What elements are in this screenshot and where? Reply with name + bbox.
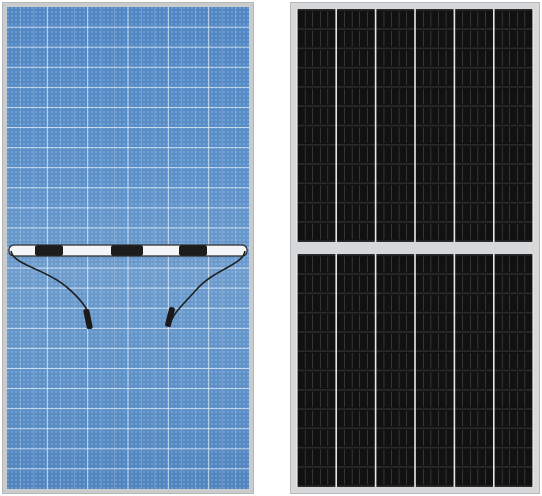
lower-cell-block bbox=[296, 254, 534, 487]
mono-solar-panel-front bbox=[290, 2, 540, 494]
rear-panel-drawing bbox=[7, 7, 249, 489]
left-cable bbox=[10, 250, 92, 330]
left-connector bbox=[83, 308, 93, 330]
junction-box-2 bbox=[111, 245, 143, 256]
upper-cell-block bbox=[296, 9, 534, 242]
bifacial-solar-panel-rear bbox=[2, 2, 254, 494]
junction-box-3 bbox=[179, 245, 207, 256]
junction-box-1 bbox=[35, 245, 63, 256]
upper-cells-drawing bbox=[296, 9, 534, 242]
blue-cell-grid bbox=[7, 7, 249, 489]
right-cable bbox=[168, 250, 246, 328]
lower-cells-drawing bbox=[296, 254, 534, 487]
